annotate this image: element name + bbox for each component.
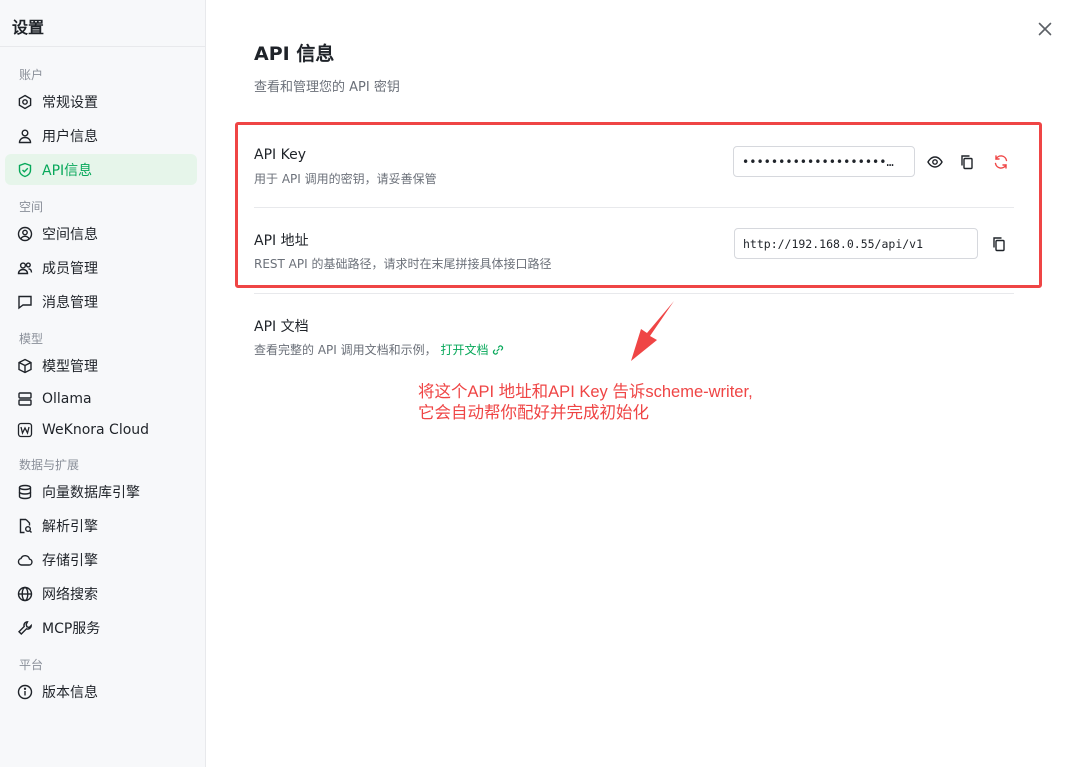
message-square-icon [17,294,33,310]
user-icon [17,128,33,144]
link-icon [493,344,504,355]
page-subtitle: 查看和管理您的 API 密钥 [254,80,400,95]
info-circle-icon [17,684,33,700]
sidebar-item-mcp-service[interactable]: MCP服务 [5,612,197,643]
sidebar-item-label: 模型管理 [42,358,98,375]
cloud-icon [17,552,33,568]
open-docs-label: 打开文档 [440,343,489,357]
api-docs-desc-text: 查看完整的 API 调用文档和示例， [254,343,437,357]
sidebar-item-label: 用户信息 [42,128,98,145]
api-docs-title: API 文档 [254,319,309,335]
user-circle-icon [17,226,33,242]
annotation-text: 将这个API 地址和API Key 告诉scheme-writer, 它会自动帮… [418,382,753,424]
sidebar-item-api-info[interactable]: API信息 [5,154,197,185]
weknora-logo-icon [17,422,33,438]
sidebar-item-label: WeKnora Cloud [42,421,150,438]
sidebar-item-vector-db-engine[interactable]: 向量数据库引擎 [5,476,197,507]
sidebar-item-label: MCP服务 [42,620,101,637]
sidebar-item-label: 解析引擎 [42,518,98,535]
open-docs-link[interactable]: 打开文档 [440,341,504,358]
cube-icon [17,358,33,374]
group-label-model: 模型 [19,332,44,346]
sidebar-item-space-info[interactable]: 空间信息 [5,218,197,249]
sidebar-title: 设置 [12,18,45,37]
sidebar-item-label: Ollama [42,390,92,407]
server-icon [17,391,33,407]
annotation-arrow [631,301,674,361]
shield-check-icon [17,162,33,178]
settings-hexagon-icon [17,94,33,110]
close-icon [1038,22,1052,36]
sidebar-item-general-settings[interactable]: 常规设置 [5,86,197,117]
sidebar-item-web-search[interactable]: 网络搜索 [5,578,197,609]
sidebar-item-label: 存储引擎 [42,552,98,569]
globe-icon [17,586,33,602]
sidebar-item-label: 消息管理 [42,294,98,311]
sidebar-item-label: 向量数据库引擎 [42,484,140,501]
annotation-line-2: 它会自动帮你配好并完成初始化 [418,404,649,422]
sidebar-item-user-info[interactable]: 用户信息 [5,120,197,151]
sidebar-item-label: 版本信息 [42,684,98,701]
annotation-highlight-box [235,122,1042,288]
file-search-icon [17,518,33,534]
database-icon [17,484,33,500]
annotation-line-1: 将这个API 地址和API Key 告诉scheme-writer, [418,383,753,401]
sidebar-item-label: 网络搜索 [42,586,98,603]
sidebar-item-weknora-cloud[interactable]: WeKnora Cloud [5,414,197,445]
wrench-icon [17,620,33,636]
sidebar-item-model-management[interactable]: 模型管理 [5,350,197,381]
group-label-account: 账户 [19,68,44,82]
close-button[interactable] [1036,20,1054,38]
settings-sidebar: 设置 账户 常规设置 用户信息 API信息 空间 空间信息 成员管理 消息管理 … [0,0,206,767]
sidebar-item-parsing-engine[interactable]: 解析引擎 [5,510,197,541]
sidebar-item-message-management[interactable]: 消息管理 [5,286,197,317]
sidebar-item-label: API信息 [42,162,93,179]
sidebar-divider [0,46,205,47]
sidebar-item-label: 成员管理 [42,260,98,277]
row-divider [254,293,1014,294]
group-label-platform: 平台 [19,658,44,672]
users-icon [17,260,33,276]
page-title: API 信息 [254,43,335,65]
sidebar-item-label: 常规设置 [42,94,98,111]
group-label-data-extensions: 数据与扩展 [19,458,80,472]
sidebar-item-ollama[interactable]: Ollama [5,383,197,414]
sidebar-item-member-management[interactable]: 成员管理 [5,252,197,283]
sidebar-item-storage-engine[interactable]: 存储引擎 [5,544,197,575]
group-label-space: 空间 [19,200,44,214]
sidebar-item-version-info[interactable]: 版本信息 [5,676,197,707]
sidebar-item-label: 空间信息 [42,226,98,243]
api-docs-description: 查看完整的 API 调用文档和示例， 打开文档 [254,341,504,358]
